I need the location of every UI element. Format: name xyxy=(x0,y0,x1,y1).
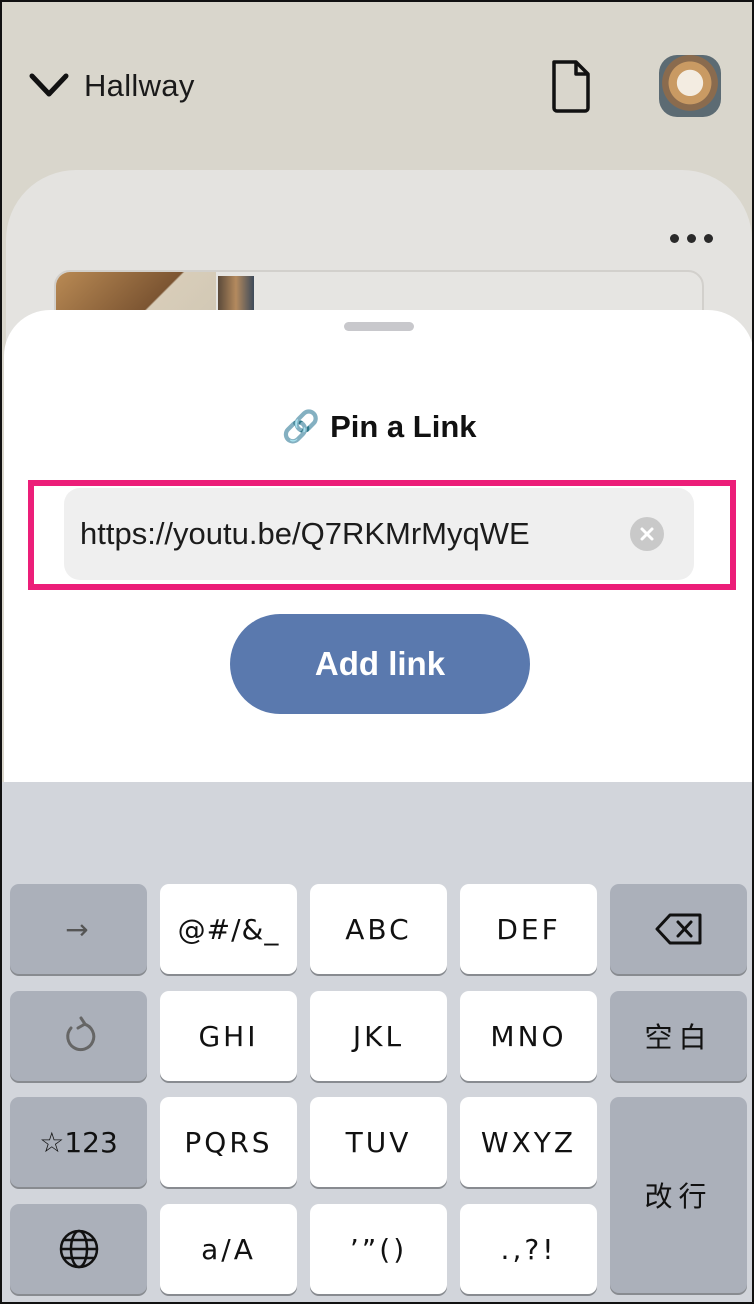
sheet-title: 🔗 Pin a Link xyxy=(4,408,752,445)
key-punct[interactable]: .,?! xyxy=(460,1204,597,1294)
key-ghi[interactable]: GHI xyxy=(160,991,297,1081)
dot-icon xyxy=(687,233,696,243)
url-input[interactable] xyxy=(80,488,620,580)
key-space[interactable]: 空白 xyxy=(610,991,747,1081)
more-options-button[interactable] xyxy=(670,230,718,246)
room-title: Hallway xyxy=(84,68,195,103)
undo-icon xyxy=(65,1016,95,1052)
url-field xyxy=(64,488,694,580)
add-link-button[interactable]: Add link xyxy=(230,614,530,714)
key-abc[interactable]: ABC xyxy=(310,884,447,974)
sheet-title-text: Pin a Link xyxy=(330,408,477,444)
document-icon xyxy=(552,60,590,113)
key-next[interactable]: → xyxy=(10,884,147,974)
key-wxyz[interactable]: WXYZ xyxy=(460,1097,597,1187)
dot-icon xyxy=(670,233,679,243)
room-selector[interactable]: Hallway xyxy=(28,60,195,112)
close-icon xyxy=(640,527,654,541)
key-quotes[interactable]: ’”() xyxy=(310,1204,447,1294)
key-mno[interactable]: MNO xyxy=(460,991,597,1081)
key-globe[interactable] xyxy=(10,1204,147,1294)
key-numbers[interactable]: ☆123 xyxy=(10,1097,147,1187)
key-undo[interactable] xyxy=(10,991,147,1081)
clear-input-button[interactable] xyxy=(630,517,664,551)
globe-icon xyxy=(59,1229,98,1269)
key-backspace[interactable] xyxy=(610,884,747,974)
app-frame: Hallway 🔗 Pin a Link https://youtu.be/Q7… xyxy=(0,0,754,1304)
document-button[interactable] xyxy=(546,58,596,114)
chevron-down-icon xyxy=(29,73,69,97)
key-pqrs[interactable]: PQRS xyxy=(160,1097,297,1187)
key-case[interactable]: a/A xyxy=(160,1204,297,1294)
keyboard: → @#/&_ ABC DEF GHI JKL MNO 空白 ☆123 PQRS… xyxy=(2,782,752,1302)
key-return[interactable]: 改行 xyxy=(610,1097,747,1293)
backspace-icon xyxy=(655,913,701,945)
dot-icon xyxy=(704,233,713,243)
top-bar: Hallway xyxy=(2,2,752,172)
key-jkl[interactable]: JKL xyxy=(310,991,447,1081)
key-symbols[interactable]: @#/&_ xyxy=(160,884,297,974)
avatar[interactable] xyxy=(659,55,721,117)
pin-link-sheet: 🔗 Pin a Link Add link xyxy=(4,310,752,790)
key-tuv[interactable]: TUV xyxy=(310,1097,447,1187)
sheet-grabber[interactable] xyxy=(344,322,414,331)
key-def[interactable]: DEF xyxy=(460,884,597,974)
link-icon: 🔗 xyxy=(281,409,321,444)
